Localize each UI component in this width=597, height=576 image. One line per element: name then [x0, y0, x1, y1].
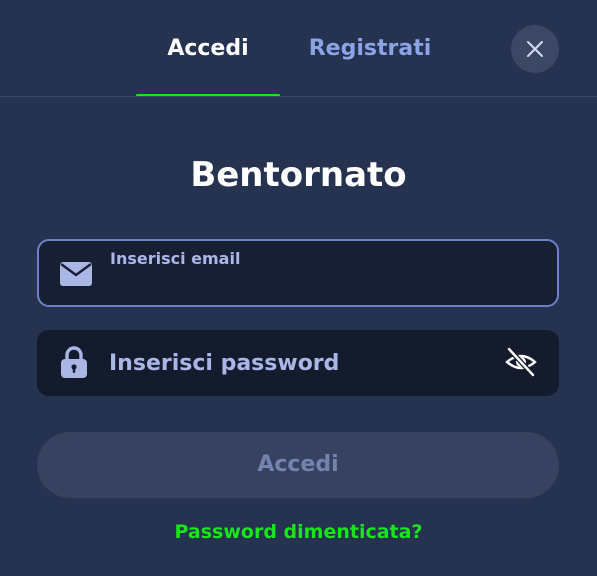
password-field[interactable]	[37, 330, 559, 396]
login-submit-button[interactable]: Accedi	[37, 432, 559, 498]
tab-register[interactable]: Registrati	[290, 32, 450, 66]
email-field-label: Inserisci email	[110, 249, 241, 268]
eye-off-icon[interactable]	[504, 346, 538, 378]
envelope-icon	[60, 262, 92, 286]
email-input[interactable]	[110, 273, 530, 297]
close-icon	[527, 41, 543, 57]
tab-login[interactable]: Accedi	[136, 32, 280, 66]
tabs-divider	[0, 96, 597, 97]
forgot-password-link[interactable]: Password dimenticata?	[0, 518, 597, 546]
close-button[interactable]	[511, 25, 559, 73]
password-input[interactable]	[109, 344, 489, 382]
email-field[interactable]: Inserisci email	[37, 239, 559, 307]
auth-tabs: Accedi Registrati	[0, 0, 597, 97]
lock-icon	[60, 346, 88, 378]
page-title: Bentornato	[190, 155, 407, 195]
